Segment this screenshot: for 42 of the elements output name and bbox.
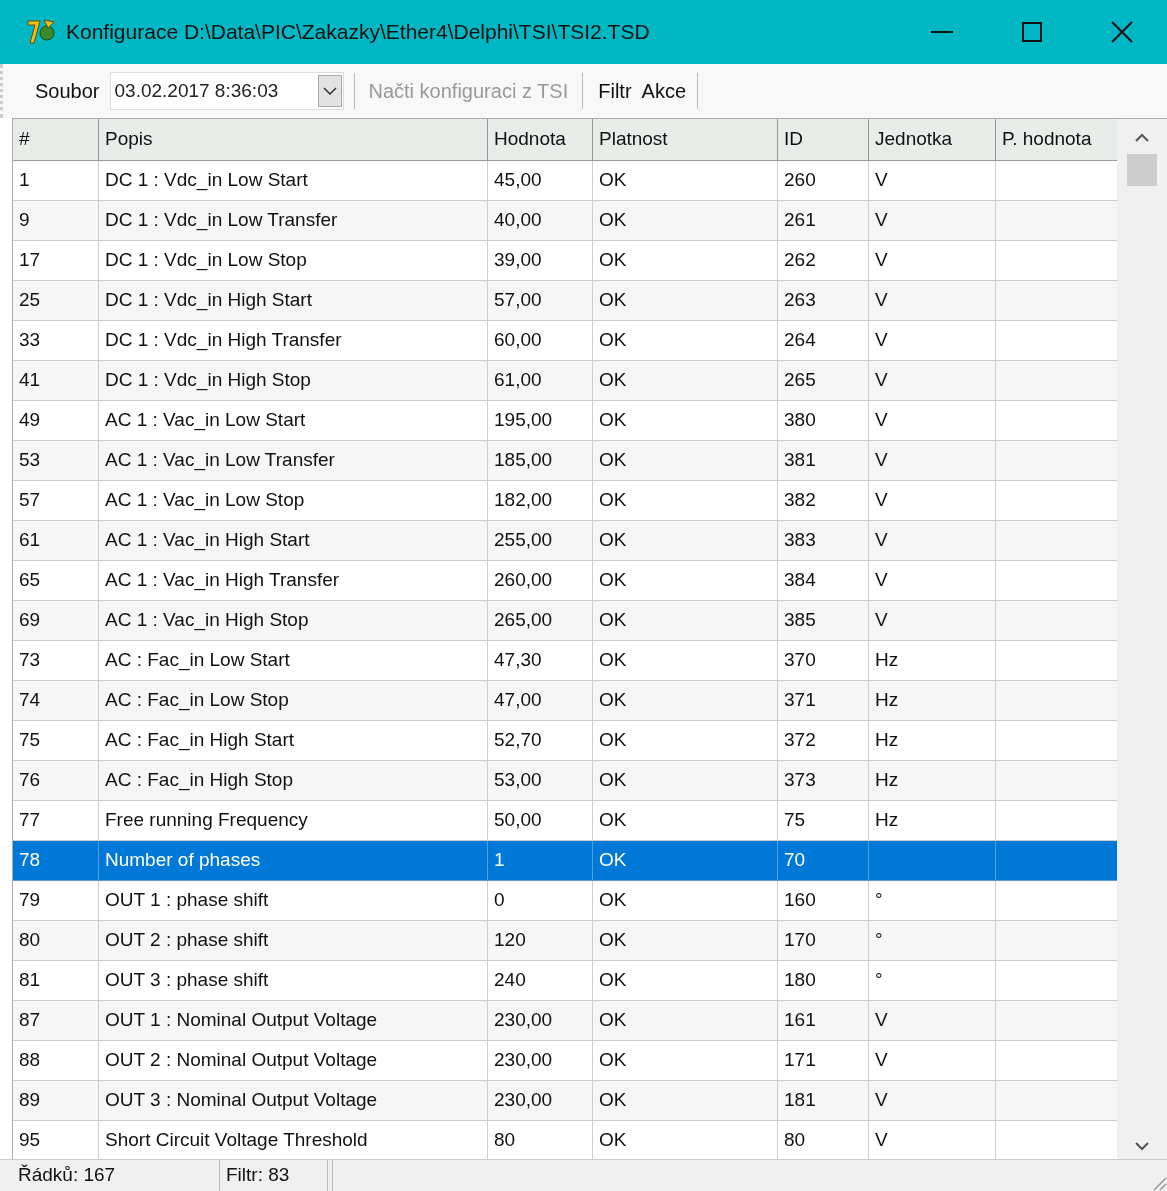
table-row[interactable]: 88 OUT 2 : Nominal Output Voltage 230,00 OK 171 V bbox=[13, 1041, 1118, 1081]
table-row[interactable]: 77 Free running Frequency 50,00 OK 75 Hz bbox=[13, 801, 1118, 841]
file-label: Soubor bbox=[35, 79, 100, 104]
table-row[interactable]: 61 AC 1 : Vac_in High Start 255,00 OK 383 V bbox=[13, 521, 1118, 561]
window-title: Konfigurace D:\Data\PIC\Zakazky\Ether4\Delphi\TSI\TSI2.TSD bbox=[66, 19, 650, 46]
table-row[interactable]: 9 DC 1 : Vdc_in Low Transfer 40,00 OK 261 V bbox=[13, 201, 1118, 241]
table-row[interactable]: 87 OUT 1 : Nominal Output Voltage 230,00 OK 161 V bbox=[13, 1001, 1118, 1041]
app-logo-icon bbox=[26, 18, 58, 46]
status-filter-count: Filtr: 83 bbox=[220, 1160, 328, 1191]
file-dropdown[interactable]: 03.02.2017 8:36:03 bbox=[109, 72, 344, 110]
menu-item[interactable]: Filtr bbox=[593, 76, 637, 106]
table-row[interactable]: 81 OUT 3 : phase shift 240 OK 180 ° bbox=[13, 961, 1118, 1001]
table-row[interactable]: 69 AC 1 : Vac_in High Stop 265,00 OK 385 V bbox=[13, 601, 1118, 641]
vertical-scrollbar[interactable] bbox=[1117, 119, 1167, 1159]
table-row[interactable]: 79 OUT 1 : phase shift 0 OK 160 ° bbox=[13, 881, 1118, 921]
table-row[interactable]: 78 Number of phases 1 OK 70 bbox=[13, 841, 1118, 881]
table-row[interactable]: 1 DC 1 : Vdc_in Low Start 45,00 OK 260 V bbox=[13, 161, 1118, 201]
close-icon bbox=[1111, 21, 1133, 43]
file-value: 03.02.2017 8:36:03 bbox=[113, 78, 279, 103]
scroll-thumb[interactable] bbox=[1127, 154, 1157, 186]
menu-item[interactable]: Akce bbox=[636, 76, 691, 106]
table-row[interactable]: 57 AC 1 : Vac_in Low Stop 182,00 OK 382 V bbox=[13, 481, 1118, 521]
table-row[interactable]: 73 AC : Fac_in Low Start 47,30 OK 370 Hz bbox=[13, 641, 1118, 681]
table-row[interactable]: 41 DC 1 : Vdc_in High Stop 61,00 OK 265 V bbox=[13, 361, 1118, 401]
maximize-icon bbox=[1022, 22, 1042, 42]
scroll-down-icon[interactable] bbox=[1135, 1142, 1149, 1151]
resize-grip-icon[interactable] bbox=[1151, 1175, 1167, 1191]
status-row-count: Řádků: 167 bbox=[12, 1160, 220, 1191]
table-row[interactable]: 49 AC 1 : Vac_in Low Start 195,00 OK 380 V bbox=[13, 401, 1118, 441]
table-row[interactable]: 89 OUT 3 : Nominal Output Voltage 230,00 OK 181 V bbox=[13, 1081, 1118, 1121]
table-row[interactable]: 74 AC : Fac_in Low Stop 47,00 OK 371 Hz bbox=[13, 681, 1118, 721]
table-row[interactable]: 17 DC 1 : Vdc_in Low Stop 39,00 OK 262 V bbox=[13, 241, 1118, 281]
scroll-up-icon[interactable] bbox=[1135, 133, 1149, 142]
minimize-icon bbox=[931, 31, 953, 33]
table-row[interactable]: 53 AC 1 : Vac_in Low Transfer 185,00 OK 381 V bbox=[13, 441, 1118, 481]
table-row[interactable]: 65 AC 1 : Vac_in High Transfer 260,00 OK 384 V bbox=[13, 561, 1118, 601]
table-row[interactable]: 76 AC : Fac_in High Stop 53,00 OK 373 Hz bbox=[13, 761, 1118, 801]
table-row[interactable]: 25 DC 1 : Vdc_in High Start 57,00 OK 263 V bbox=[13, 281, 1118, 321]
table-row[interactable]: 75 AC : Fac_in High Start 52,70 OK 372 Hz bbox=[13, 721, 1118, 761]
dropdown-caret-icon bbox=[317, 75, 342, 107]
table-row[interactable]: 33 DC 1 : Vdc_in High Transfer 60,00 OK 264 V bbox=[13, 321, 1118, 361]
table-row[interactable]: 80 OUT 2 : phase shift 120 OK 170 ° bbox=[13, 921, 1118, 961]
